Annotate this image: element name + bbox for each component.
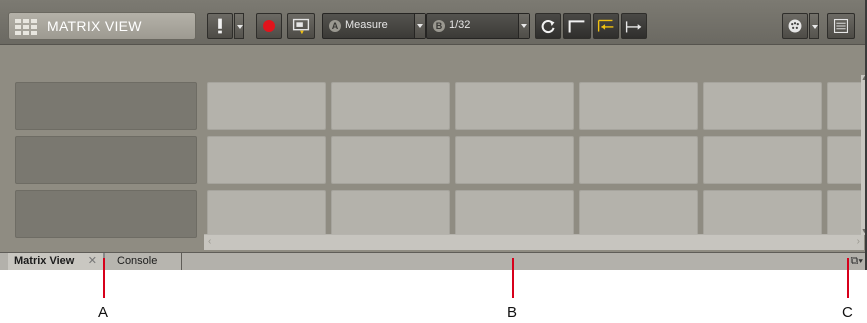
matrix-cell[interactable] [455,136,574,184]
row-header[interactable] [15,136,197,184]
tab-options-icon[interactable]: ⧉▾ [851,255,863,268]
combo-a-badge: A [329,20,341,32]
capture-button[interactable] [287,13,315,39]
matrix-grid-icon [15,19,37,35]
arrow-right-bar-icon [625,21,642,33]
start-arrow-button[interactable] [593,13,619,39]
horizontal-scrollbar[interactable]: ‹ › [204,234,864,250]
chevron-down-icon[interactable] [518,14,529,38]
matrix-cell[interactable] [455,190,574,238]
midi-output-button[interactable] [782,13,808,39]
combo-b-value: 1/32 [449,19,471,31]
follow-icon [568,20,585,33]
row-header[interactable] [15,190,197,238]
matrix-cell[interactable] [579,190,698,238]
matrix-cell[interactable] [579,82,698,130]
end-arrow-button[interactable] [621,13,647,39]
matrix-cell[interactable] [827,82,864,130]
matrix-view-window: MATRIX VIEW A Measure B 1/32 ‹ › Matrix … [0,0,867,270]
follow-button[interactable] [563,13,591,39]
callout-line-c [847,258,849,298]
matrix-cell[interactable] [207,82,326,130]
callout-label-c: C [842,304,853,321]
trigger-dropdown[interactable] [234,13,244,39]
scroll-up-icon[interactable]: ▲ [861,75,865,82]
row-header[interactable] [15,82,197,130]
view-tab-strip: Matrix View ✕ Console ⧉▾ [0,252,865,270]
matrix-cell[interactable] [703,190,822,238]
list-icon [833,18,849,34]
tab-console[interactable]: Console [104,253,182,270]
midi-connector-icon [788,19,802,33]
combo-a-value: Measure [345,19,388,31]
tab-matrix-view[interactable]: Matrix View ✕ [8,253,104,270]
chevron-down-icon[interactable] [414,14,425,38]
record-button[interactable] [256,13,282,39]
callout-label-a: A [98,304,109,321]
scroll-down-icon[interactable]: ▼ [861,228,865,235]
quantize-combo-b[interactable]: B 1/32 [426,13,530,39]
midi-output-dropdown[interactable] [809,13,819,39]
view-title-box: MATRIX VIEW [8,12,196,40]
callout-label-b: B [507,304,518,321]
tab-label: Console [117,255,158,267]
menu-button[interactable] [827,13,855,39]
loop-button[interactable] [535,13,561,39]
quantize-combo-a[interactable]: A Measure [322,13,426,39]
record-icon [263,20,275,32]
trigger-button[interactable] [207,13,233,39]
matrix-cell[interactable] [827,136,864,184]
scroll-right-icon[interactable]: › [857,236,860,247]
matrix-cell[interactable] [579,136,698,184]
exclamation-icon [218,18,222,34]
toolbar: MATRIX VIEW A Measure B 1/32 [0,0,865,45]
callout-line-b [512,258,514,298]
matrix-cell[interactable] [207,136,326,184]
matrix-grid-area: ‹ › ▲ ▼ [0,45,865,252]
close-icon[interactable]: ✕ [88,253,97,270]
scroll-left-icon[interactable]: ‹ [208,236,211,247]
matrix-cell[interactable] [827,190,864,238]
capture-icon [292,18,310,35]
tab-label: Matrix View [14,255,75,267]
matrix-cell[interactable] [331,190,450,238]
combo-b-badge: B [433,20,445,32]
callout-line-a [103,258,105,298]
matrix-cell[interactable] [703,82,822,130]
matrix-cell[interactable] [331,136,450,184]
arrow-left-bar-icon [597,19,614,32]
matrix-cell[interactable] [703,136,822,184]
vertical-scrollbar[interactable]: ▲ ▼ [861,75,865,235]
matrix-cell[interactable] [455,82,574,130]
matrix-cell[interactable] [207,190,326,238]
view-title: MATRIX VIEW [47,18,142,34]
loop-icon [541,19,555,34]
matrix-cell[interactable] [331,82,450,130]
